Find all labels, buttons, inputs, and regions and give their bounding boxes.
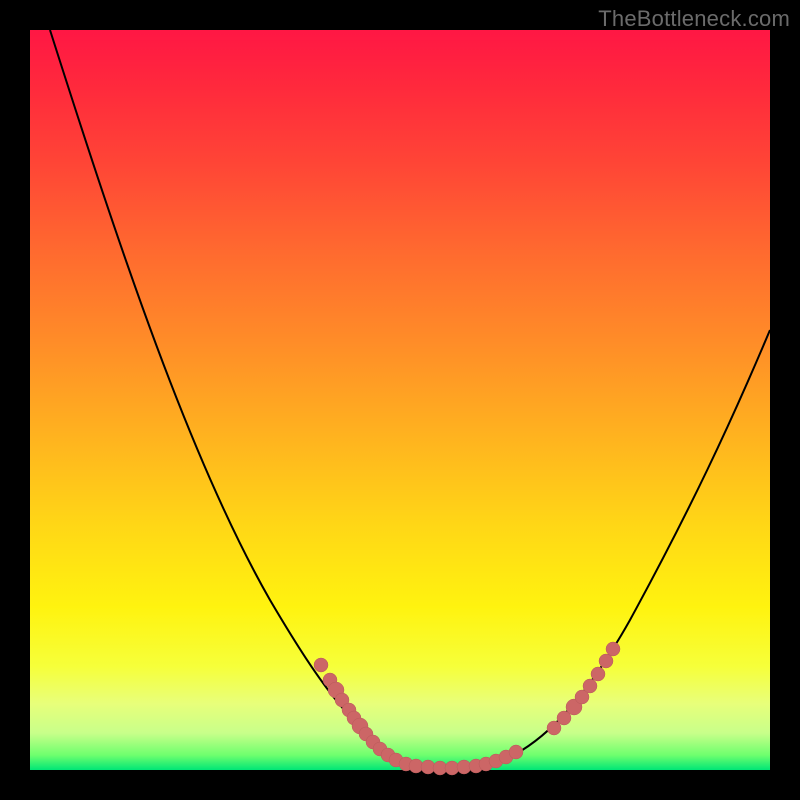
chart-frame: TheBottleneck.com bbox=[0, 0, 800, 800]
curve-layer bbox=[30, 30, 770, 770]
data-dot bbox=[314, 658, 328, 672]
data-dot bbox=[509, 745, 523, 759]
data-dots bbox=[314, 642, 620, 775]
data-dot bbox=[606, 642, 620, 656]
data-dot bbox=[599, 654, 613, 668]
data-dot bbox=[591, 667, 605, 681]
watermark-text: TheBottleneck.com bbox=[598, 6, 790, 32]
data-dot bbox=[583, 679, 597, 693]
plot-area bbox=[30, 30, 770, 770]
bottleneck-curve bbox=[50, 30, 770, 769]
